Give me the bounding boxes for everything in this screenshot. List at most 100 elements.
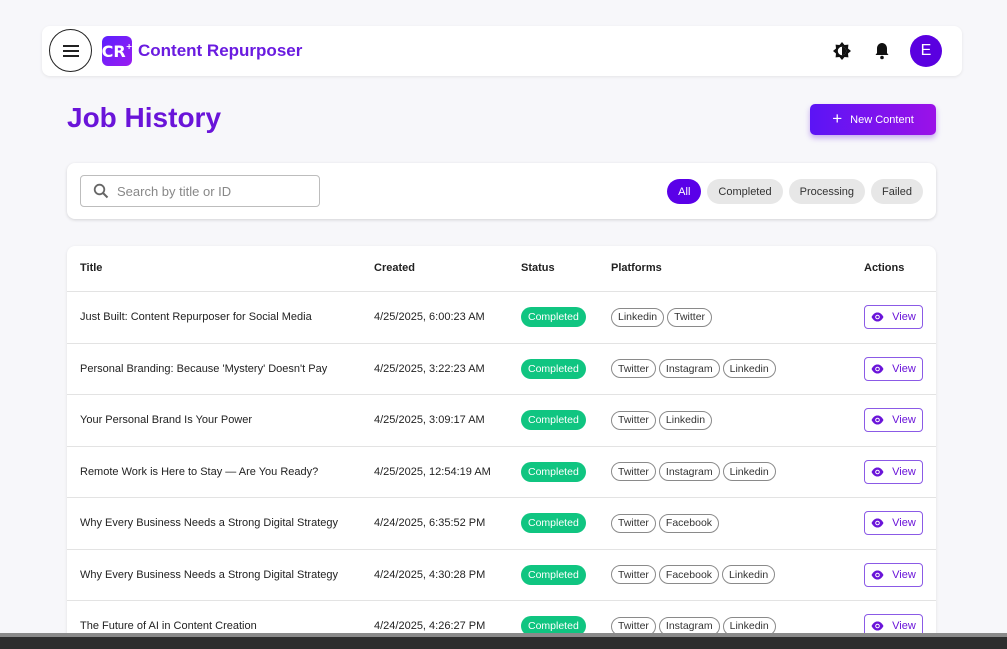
platform-chip: Twitter xyxy=(611,462,656,482)
row-title: Why Every Business Needs a Strong Digita… xyxy=(80,568,339,581)
app-title: Content Repurposer xyxy=(138,41,303,60)
view-button[interactable]: View xyxy=(864,511,923,536)
row-created: 4/24/2025, 6:35:52 PM xyxy=(374,517,486,530)
search-icon xyxy=(93,183,109,199)
platform-chip: Facebook xyxy=(658,565,720,585)
row-platforms: Twitter Facebook xyxy=(611,498,720,549)
filter-bar: All Completed Processing Failed xyxy=(67,163,936,219)
row-title: Your Personal Brand Is Your Power xyxy=(80,414,253,427)
row-actions: View xyxy=(864,550,923,601)
app-logo: CR + xyxy=(102,36,132,66)
row-platforms: Twitter Instagram Linkedin xyxy=(611,447,776,498)
view-button[interactable]: View xyxy=(864,305,923,330)
avatar[interactable]: E xyxy=(910,35,942,67)
filter-chip-processing[interactable]: Processing xyxy=(788,179,866,204)
view-label: View xyxy=(892,568,916,581)
row-title: Remote Work is Here to Stay — Are You Re… xyxy=(80,465,319,478)
header-created: Created xyxy=(374,262,415,274)
eye-icon xyxy=(871,621,884,631)
brightness-icon xyxy=(833,42,851,60)
row-platforms: Twitter Instagram Linkedin xyxy=(611,344,776,395)
bell-icon xyxy=(875,43,889,60)
app-bar: CR + Content Repurposer E xyxy=(42,26,962,76)
header-actions: Actions xyxy=(864,262,905,274)
table-row: Personal Branding: Because 'Mystery' Doe… xyxy=(67,344,936,395)
logo-sup: + xyxy=(125,41,133,51)
platform-chip: Instagram xyxy=(658,462,720,482)
platform-chip: Twitter xyxy=(667,307,713,327)
platform-chip: Linkedin xyxy=(611,307,665,327)
filter-chip-completed[interactable]: Completed xyxy=(707,179,783,204)
filter-chip-all[interactable]: All xyxy=(667,179,702,204)
eye-icon xyxy=(871,570,884,580)
view-label: View xyxy=(892,311,916,324)
row-created: 4/24/2025, 4:30:28 PM xyxy=(374,568,486,581)
table-row: Why Every Business Needs a Strong Digita… xyxy=(67,498,936,550)
row-title: Why Every Business Needs a Strong Digita… xyxy=(80,517,339,530)
table-body: Just Built: Content Repurposer for Socia… xyxy=(67,292,936,649)
view-button[interactable]: View xyxy=(864,562,923,587)
row-status-cell: Completed xyxy=(521,498,586,549)
table-header: Title Created Status Platforms Actions xyxy=(67,246,936,292)
status-badge: Completed xyxy=(521,358,586,379)
eye-icon xyxy=(871,467,884,477)
status-badge: Completed xyxy=(521,513,586,534)
eye-icon xyxy=(871,364,884,374)
row-actions: View xyxy=(864,292,923,343)
row-platforms: Linkedin Twitter xyxy=(611,292,713,343)
row-actions: View xyxy=(864,344,923,395)
platform-chip: Twitter xyxy=(611,565,656,585)
row-actions: View xyxy=(864,447,923,498)
status-badge: Completed xyxy=(521,461,586,482)
menu-button[interactable] xyxy=(49,29,92,72)
table-row: Your Personal Brand Is Your Power 4/25/20… xyxy=(67,395,936,447)
status-filter-chips: All Completed Processing Failed xyxy=(667,179,923,204)
platform-chip: Linkedin xyxy=(722,462,776,482)
table-row: Why Every Business Needs a Strong Digita… xyxy=(67,550,936,601)
table-row: Remote Work is Here to Stay — Are You Re… xyxy=(67,447,936,498)
table-row: Just Built: Content Repurposer for Socia… xyxy=(67,292,936,344)
row-title: Just Built: Content Repurposer for Socia… xyxy=(80,311,312,324)
search-input[interactable] xyxy=(117,183,307,199)
plus-icon: + xyxy=(832,109,843,128)
search-box[interactable] xyxy=(80,175,320,207)
eye-icon xyxy=(871,415,884,425)
view-label: View xyxy=(892,465,916,478)
eye-icon xyxy=(871,518,884,528)
page-title: Job History xyxy=(67,102,222,133)
view-button[interactable]: View xyxy=(864,459,923,484)
bottom-bar xyxy=(0,633,1007,649)
view-label: View xyxy=(892,414,916,427)
row-status-cell: Completed xyxy=(521,292,586,343)
view-button[interactable]: View xyxy=(864,408,923,433)
new-content-label: New Content xyxy=(850,113,914,126)
job-history-table: Title Created Status Platforms Actions J… xyxy=(67,246,936,649)
row-status-cell: Completed xyxy=(521,447,586,498)
platform-chip: Twitter xyxy=(611,410,656,430)
platform-chip: Twitter xyxy=(611,359,656,379)
header-status: Status xyxy=(521,262,555,274)
row-status-cell: Completed xyxy=(521,344,586,395)
status-badge: Completed xyxy=(521,564,586,585)
platform-chip: Linkedin xyxy=(722,565,776,585)
platform-chip: Linkedin xyxy=(658,410,713,430)
view-label: View xyxy=(892,362,916,375)
header-platforms: Platforms xyxy=(611,262,662,274)
row-created: 4/25/2025, 3:09:17 AM xyxy=(374,414,485,427)
row-platforms: Twitter Linkedin xyxy=(611,395,713,446)
row-status-cell: Completed xyxy=(521,550,586,601)
row-status-cell: Completed xyxy=(521,395,586,446)
filter-chip-failed[interactable]: Failed xyxy=(871,179,923,204)
logo-text: CR xyxy=(101,41,126,61)
view-button[interactable]: View xyxy=(864,356,923,381)
view-label: View xyxy=(892,620,916,633)
view-label: View xyxy=(892,517,916,530)
notifications-button[interactable] xyxy=(872,41,892,61)
row-actions: View xyxy=(864,395,923,446)
row-created: 4/25/2025, 12:54:19 AM xyxy=(374,465,491,478)
row-title: Personal Branding: Because 'Mystery' Doe… xyxy=(80,362,328,375)
status-badge: Completed xyxy=(521,307,586,328)
new-content-button[interactable]: + New Content xyxy=(810,104,936,135)
theme-toggle-button[interactable] xyxy=(832,41,852,61)
row-platforms: Twitter Facebook Linkedin xyxy=(611,550,776,601)
